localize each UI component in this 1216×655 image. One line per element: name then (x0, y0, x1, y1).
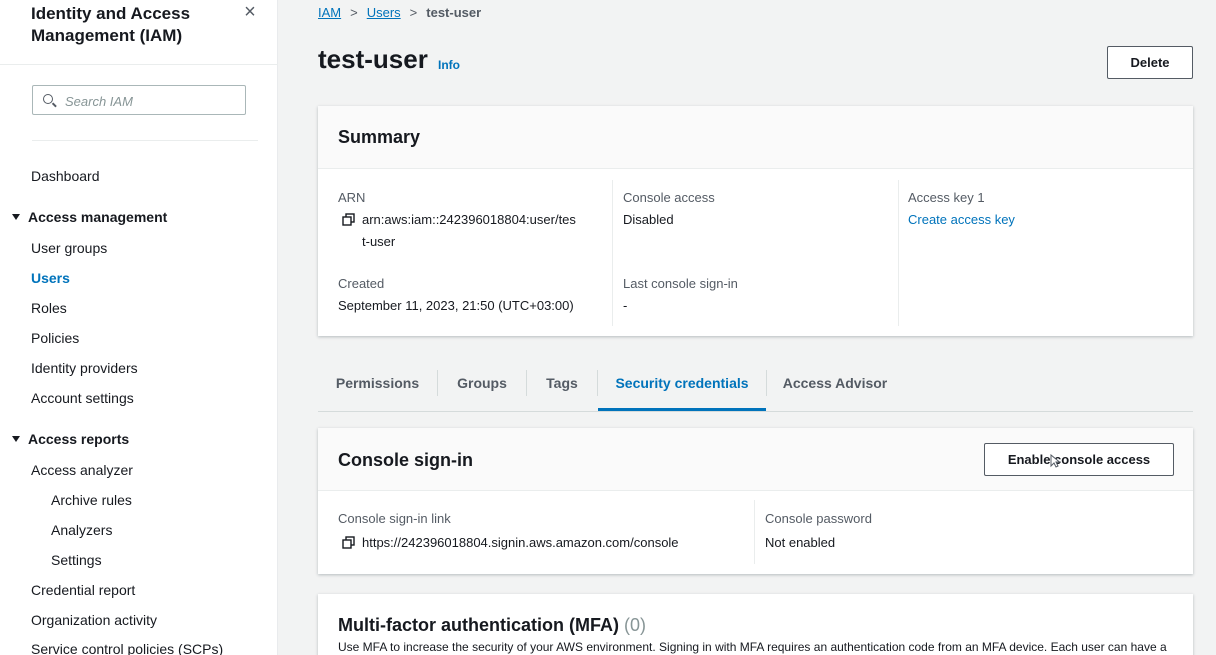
breadcrumb-users[interactable]: Users (367, 5, 401, 20)
sidebar-item-settings[interactable]: Settings (51, 552, 102, 568)
divider (612, 180, 613, 326)
arn-label: ARN (338, 190, 366, 205)
sidebar-item-scps[interactable]: Service control policies (SCPs) (31, 641, 223, 655)
tabs: Permissions Groups Tags Security credent… (318, 364, 1193, 412)
created-label: Created (338, 276, 385, 291)
last-signin-value: - (623, 298, 628, 313)
created-value: September 11, 2023, 21:50 (UTC+03:00) (338, 298, 574, 313)
search-icon (43, 94, 53, 104)
summary-card: Summary ARN arn:aws:iam::242396018804:us… (318, 106, 1193, 336)
sidebar-item-identity-providers[interactable]: Identity providers (31, 360, 138, 376)
tab-tags[interactable]: Tags (527, 364, 597, 410)
divider (754, 500, 755, 564)
sidebar-item-dashboard[interactable]: Dashboard (31, 168, 100, 184)
mouse-cursor-icon (1050, 454, 1060, 468)
delete-button[interactable]: Delete (1107, 46, 1193, 79)
section-label: Access reports (28, 431, 130, 447)
signin-link-label: Console sign-in link (338, 511, 451, 526)
sidebar-section-access-management[interactable]: Access management (12, 209, 167, 225)
mfa-card: Multi-factor authentication (MFA) (0) Us… (318, 594, 1193, 655)
arn-value-line2: t-user (362, 234, 396, 249)
divider (0, 64, 278, 65)
mfa-title-text: Multi-factor authentication (MFA) (338, 615, 619, 635)
mfa-count: (0) (624, 615, 646, 635)
console-signin-title: Console sign-in (338, 450, 473, 470)
sidebar-item-organization-activity[interactable]: Organization activity (31, 612, 157, 628)
sidebar-item-credential-report[interactable]: Credential report (31, 582, 135, 598)
sidebar-item-roles[interactable]: Roles (31, 300, 67, 316)
close-icon[interactable]: × (240, 2, 260, 22)
tab-groups[interactable]: Groups (438, 364, 526, 410)
search-input[interactable] (65, 92, 235, 110)
sidebar-item-account-settings[interactable]: Account settings (31, 390, 134, 406)
sidebar-item-analyzers[interactable]: Analyzers (51, 522, 112, 538)
arn-value-line1: arn:aws:iam::242396018804:user/tes (362, 212, 576, 227)
chevron-right-icon: > (350, 5, 358, 20)
copy-icon[interactable] (342, 536, 355, 549)
mfa-description: Use MFA to increase the security of your… (338, 640, 1167, 654)
tab-security-credentials[interactable]: Security credentials (598, 364, 766, 411)
last-signin-label: Last console sign-in (623, 276, 738, 291)
console-password-label: Console password (765, 511, 872, 526)
sidebar-item-user-groups[interactable]: User groups (31, 240, 107, 256)
summary-title: Summary (338, 127, 421, 147)
caret-down-icon (12, 214, 20, 220)
console-access-value: Disabled (623, 212, 674, 227)
breadcrumb: IAM > Users > test-user (318, 5, 481, 20)
tab-permissions[interactable]: Permissions (318, 364, 437, 410)
sidebar-item-archive-rules[interactable]: Archive rules (51, 492, 132, 508)
divider (898, 180, 899, 326)
create-access-key-link[interactable]: Create access key (908, 212, 1015, 227)
enable-console-access-button[interactable]: Enable console access (984, 443, 1174, 476)
sidebar-item-users[interactable]: Users (31, 270, 70, 286)
console-access-label: Console access (623, 190, 715, 205)
chevron-right-icon: > (409, 5, 418, 20)
copy-icon[interactable] (342, 213, 355, 226)
search-box (32, 85, 246, 115)
access-key-label: Access key 1 (908, 190, 985, 205)
breadcrumb-iam[interactable]: IAM (318, 5, 341, 20)
sidebar-item-policies[interactable]: Policies (31, 330, 79, 346)
mfa-title: Multi-factor authentication (MFA) (0) (338, 615, 646, 636)
sidebar-section-access-reports[interactable]: Access reports (12, 431, 129, 447)
page-title: test-user (318, 44, 428, 74)
summary-header: Summary (318, 106, 1193, 169)
sidebar-item-access-analyzer[interactable]: Access analyzer (31, 462, 133, 478)
console-password-value: Not enabled (765, 535, 836, 550)
tab-access-advisor[interactable]: Access Advisor (767, 364, 903, 410)
caret-down-icon (12, 436, 20, 442)
signin-link-value: https://242396018804.signin.aws.amazon.c… (362, 535, 679, 550)
sidebar-title: Identity and Access Management (IAM) (31, 4, 191, 45)
divider (32, 140, 258, 141)
sidebar: Identity and Access Management (IAM) × D… (0, 0, 278, 655)
section-label: Access management (28, 209, 168, 225)
breadcrumb-current: test-user (426, 5, 482, 20)
info-link[interactable]: Info (438, 58, 460, 72)
